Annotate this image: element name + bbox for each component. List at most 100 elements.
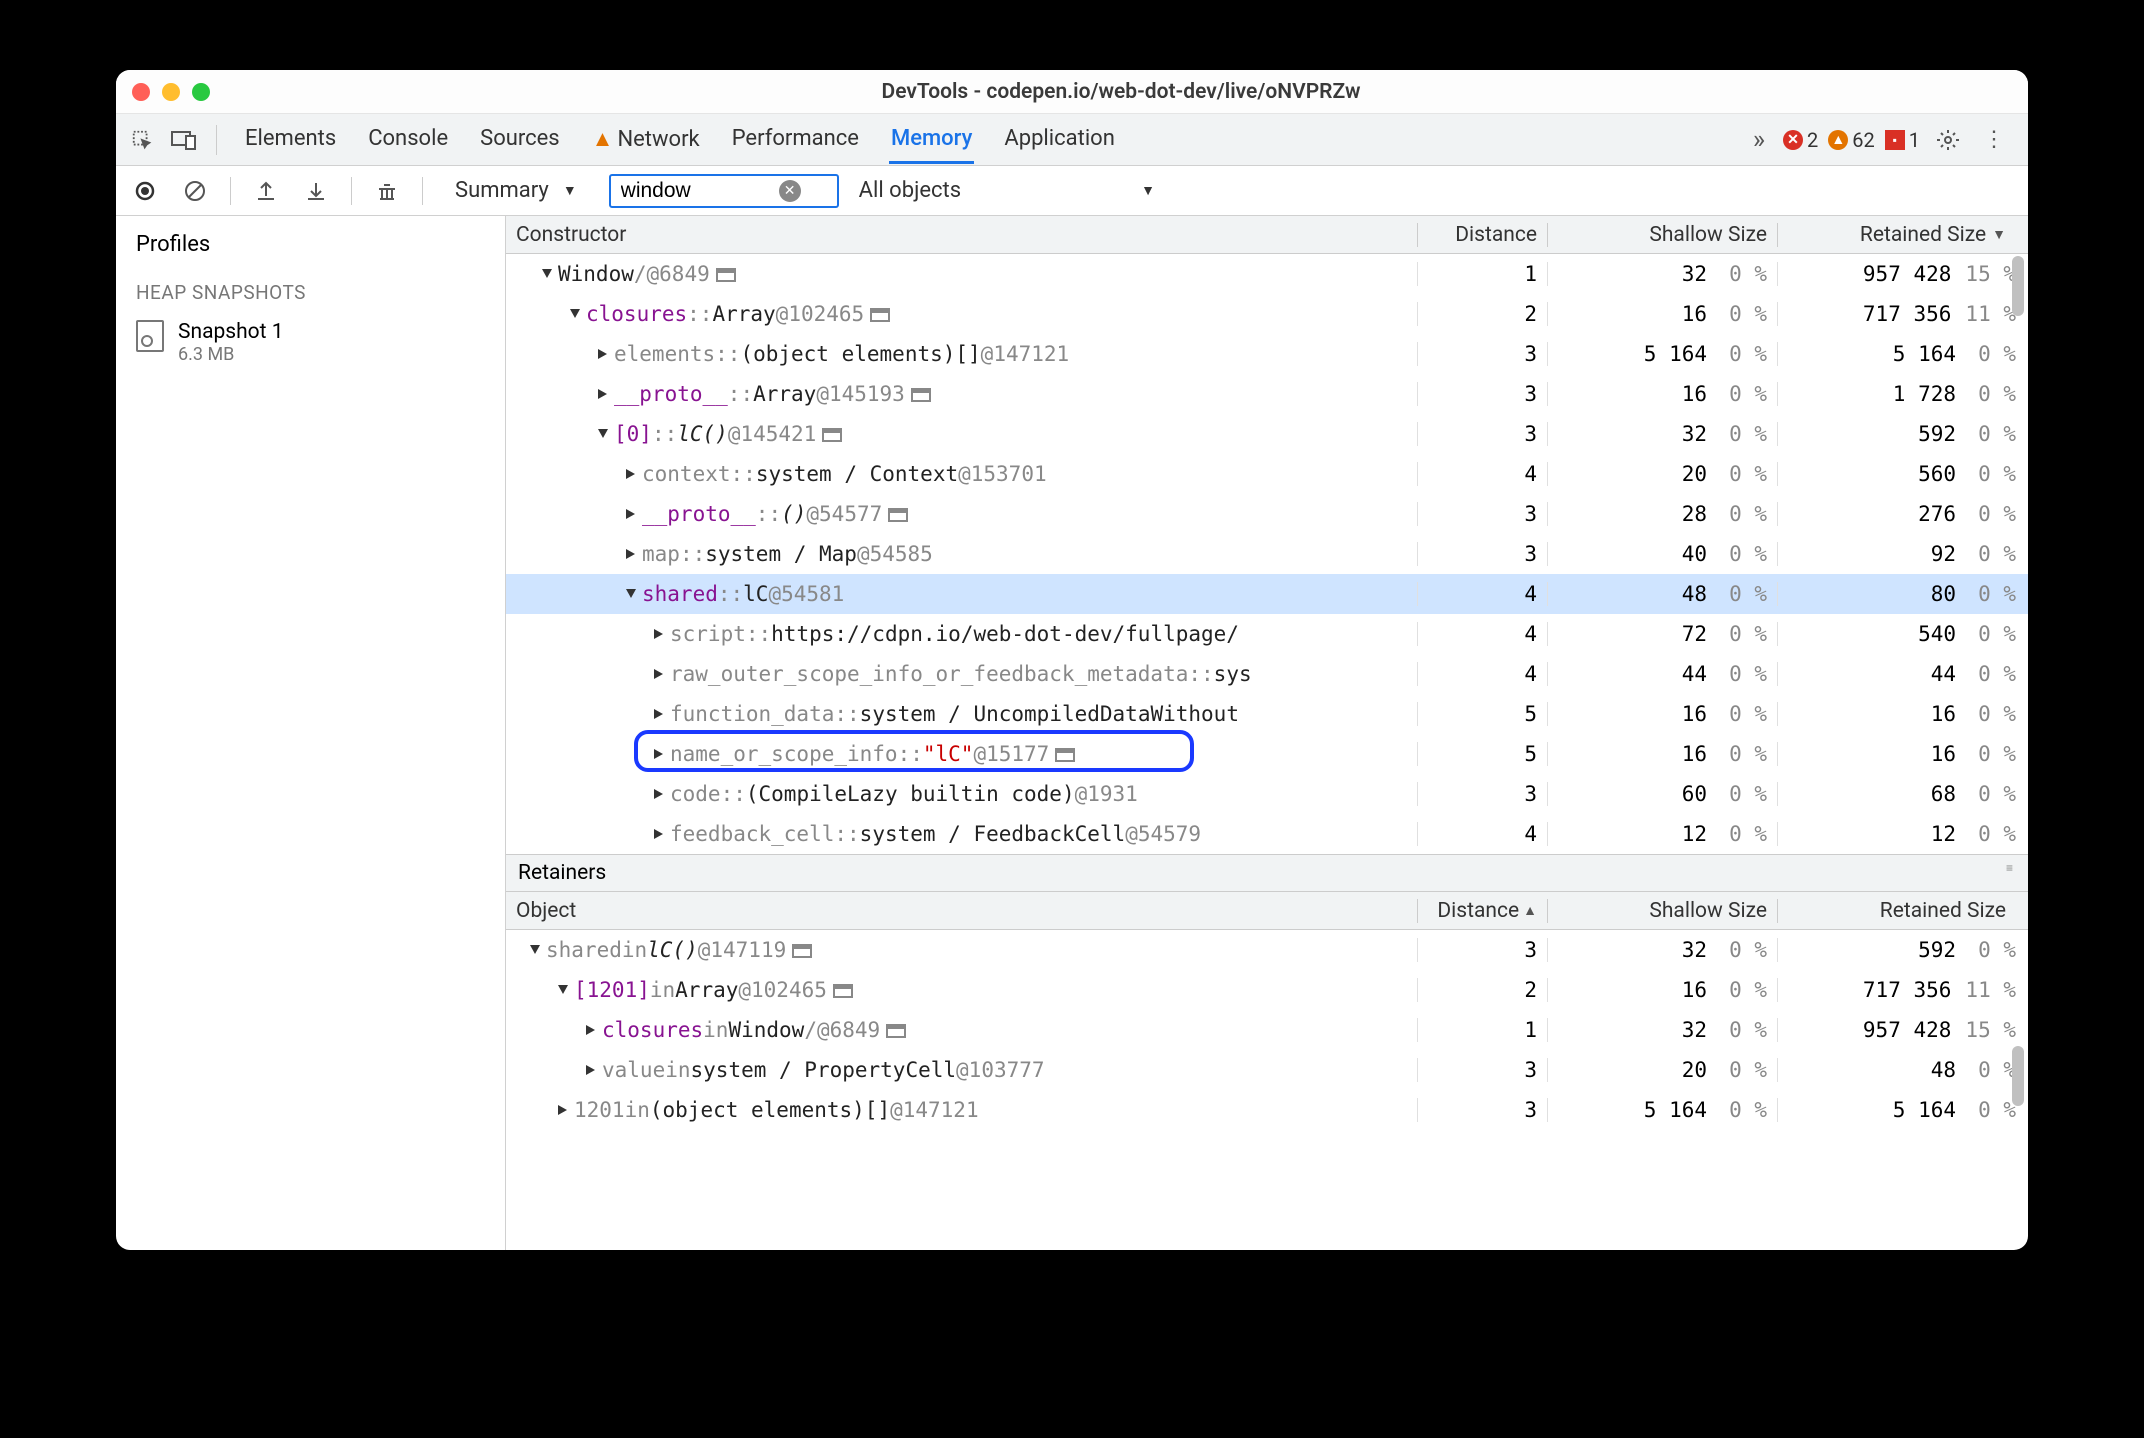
table-row[interactable]: shared :: lC @545814480 %800 % [506,574,2028,614]
table-row[interactable]: [0] :: lC() @1454213320 %5920 % [506,414,2028,454]
disclosure-open-icon[interactable] [542,269,552,279]
scrollbar[interactable] [2012,1046,2024,1246]
window-controls [132,83,210,101]
snapshot-item[interactable]: Snapshot 1 6.3 MB [116,314,505,371]
close-icon[interactable] [132,83,150,101]
table-row[interactable]: feedback_cell :: system / FeedbackCell @… [506,814,2028,854]
tab-sources[interactable]: Sources [478,116,562,164]
window-ref-icon [822,428,842,442]
tab-console[interactable]: Console [366,116,450,164]
col-constructor[interactable]: Constructor [506,223,1418,247]
disclosure-closed-icon[interactable] [654,749,664,759]
disclosure-closed-icon[interactable] [654,829,664,839]
disclosure-closed-icon[interactable] [654,789,664,799]
table-row[interactable]: 1201 in (object elements)[] @14712135 16… [506,1090,2028,1130]
retainers-header[interactable]: Retainers ≡ [506,854,2028,892]
disclosure-open-icon[interactable] [570,309,580,319]
sort-desc-icon: ▼ [1992,226,2006,243]
sort-asc-icon: ▲ [1523,902,1537,919]
snapshot-name: Snapshot 1 [178,320,284,344]
disclosure-closed-icon[interactable] [654,709,664,719]
violation-count[interactable]: ▪1 [1885,128,1920,152]
gear-icon[interactable] [1930,128,1966,152]
table-row[interactable]: script :: https://cdpn.io/web-dot-dev/fu… [506,614,2028,654]
class-filter-input[interactable]: ✕ [609,174,839,208]
disclosure-open-icon[interactable] [598,429,608,439]
col-object[interactable]: Object [506,899,1418,923]
table-row[interactable]: closures in Window / @68491320 %957 4281… [506,1010,2028,1050]
disclosure-closed-icon[interactable] [626,509,636,519]
clear-filter-icon[interactable]: ✕ [779,180,801,202]
inspect-icon[interactable] [124,129,160,151]
col-retained[interactable]: Retained Size ▼ [1778,223,2028,247]
table-row[interactable]: raw_outer_scope_info_or_feedback_metadat… [506,654,2028,694]
tab-memory[interactable]: Memory [889,116,974,164]
disclosure-closed-icon[interactable] [654,629,664,639]
table-row[interactable]: code :: (CompileLazy builtin code) @1931… [506,774,2028,814]
titlebar: DevTools - codepen.io/web-dot-dev/live/o… [116,70,2028,114]
disclosure-closed-icon[interactable] [598,389,608,399]
col-distance[interactable]: Distance [1418,223,1548,247]
disclosure-closed-icon[interactable] [586,1065,596,1075]
tab-network[interactable]: ▲Network [590,116,702,164]
panel-tabs: Elements Console Sources ▲Network Performanc… [116,114,2028,166]
tab-application[interactable]: Application [1002,116,1116,164]
clear-icon[interactable] [180,180,210,202]
disclosure-open-icon[interactable] [626,589,636,599]
divider [422,177,423,205]
table-row[interactable]: context :: system / Context @1537014200 … [506,454,2028,494]
table-row[interactable]: [1201] in Array @1024652160 %717 35611 % [506,970,2028,1010]
col-distance[interactable]: Distance▲ [1418,899,1548,923]
table-row[interactable]: shared in lC() @1471193320 %5920 % [506,930,2028,970]
gc-icon[interactable] [372,180,402,202]
window-ref-icon [716,268,736,282]
disclosure-closed-icon[interactable] [626,469,636,479]
kebab-icon[interactable]: ⋮ [1976,127,2012,152]
upload-icon[interactable] [251,180,281,202]
snapshot-size: 6.3 MB [178,344,284,365]
heap-rows: Window / @68491320 %957 42815 %closures … [506,254,2028,854]
profiles-sidebar: Profiles HEAP SNAPSHOTS Snapshot 1 6.3 M… [116,216,506,1250]
status-counts: ✕2 ▲62 ▪1 ⋮ [1783,127,2020,152]
table-row[interactable]: value in system / PropertyCell @10377732… [506,1050,2028,1090]
window-ref-icon [792,944,812,958]
table-row[interactable]: __proto__ :: Array @1451933160 %1 7280 % [506,374,2028,414]
col-retained[interactable]: Retained Size [1778,899,2028,923]
warning-count[interactable]: ▲62 [1828,128,1874,152]
devtools-window: DevTools - codepen.io/web-dot-dev/live/o… [116,70,2028,1250]
table-row[interactable]: map :: system / Map @545853400 %920 % [506,534,2028,574]
disclosure-open-icon[interactable] [558,985,568,995]
scrollbar[interactable] [2012,254,2024,894]
disclosure-closed-icon[interactable] [654,669,664,679]
disclosure-closed-icon[interactable] [558,1105,568,1115]
disclosure-closed-icon[interactable] [598,349,608,359]
col-shallow[interactable]: Shallow Size [1548,899,1778,923]
filter-input[interactable] [621,179,771,203]
download-icon[interactable] [301,180,331,202]
col-shallow[interactable]: Shallow Size [1548,223,1778,247]
table-row[interactable]: closures :: Array @1024652160 %717 35611… [506,294,2028,334]
heap-snapshots-label: HEAP SNAPSHOTS [116,265,505,314]
error-count[interactable]: ✕2 [1783,128,1818,152]
table-row[interactable]: Window / @68491320 %957 42815 % [506,254,2028,294]
object-scope-select[interactable]: All objects ▼ [859,178,1155,203]
minimize-icon[interactable] [162,83,180,101]
view-select[interactable]: Summary ▼ [443,178,589,203]
more-tabs-icon[interactable]: » [1741,125,1777,155]
disclosure-open-icon[interactable] [530,945,540,955]
disclosure-closed-icon[interactable] [586,1025,596,1035]
tab-elements[interactable]: Elements [243,116,338,164]
device-icon[interactable] [166,130,202,150]
table-row[interactable]: elements :: (object elements)[] @1471213… [506,334,2028,374]
table-row[interactable]: function_data :: system / UncompiledData… [506,694,2028,734]
memory-toolbar: Summary ▼ ✕ All objects ▼ [116,166,2028,216]
heap-table: Constructor Distance Shallow Size Retain… [506,216,2028,1250]
table-header: Constructor Distance Shallow Size Retain… [506,216,2028,254]
maximize-icon[interactable] [192,83,210,101]
divider [230,177,231,205]
record-icon[interactable] [130,180,160,202]
disclosure-closed-icon[interactable] [626,549,636,559]
table-row[interactable]: name_or_scope_info :: "lC" @151775160 %1… [506,734,2028,774]
tab-performance[interactable]: Performance [730,116,861,164]
table-row[interactable]: __proto__ :: () @545773280 %2760 % [506,494,2028,534]
